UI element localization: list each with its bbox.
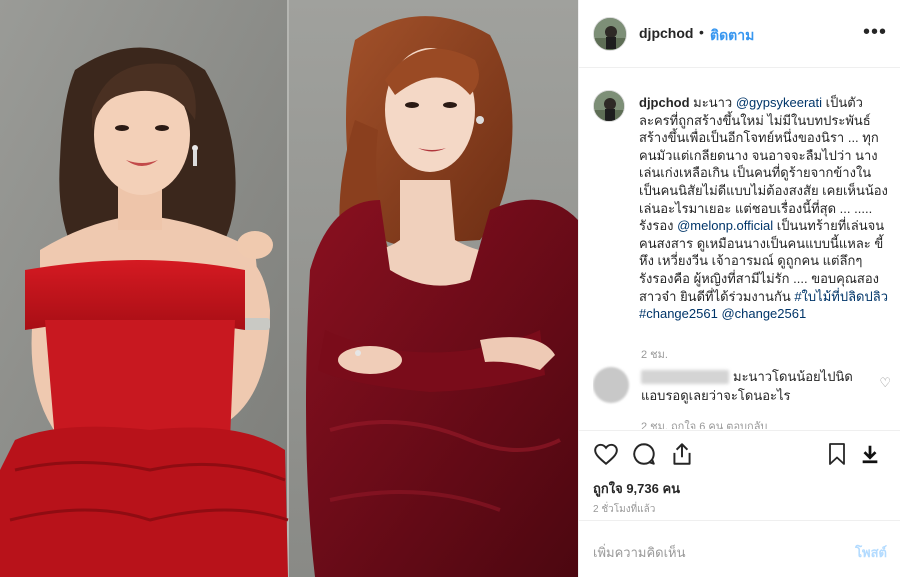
post-panel: djpchod • ติดตาม ••• djpchod มะนาว @gyps… — [578, 0, 900, 577]
share-icon[interactable] — [669, 441, 695, 472]
mention-link[interactable]: @change2561 — [721, 306, 806, 321]
post-photo — [0, 0, 578, 577]
caption-text-2: เป็นตัวละครที่ถูกสร้างขึ้นใหม่ ไม่มีในบท… — [639, 95, 888, 234]
caption-avatar[interactable] — [593, 90, 625, 122]
comment-text: มะนาวโดนน้อยไปนิด แอบรอดูเลยว่าจะโดนอะไร — [641, 369, 853, 403]
add-comment-bar: เพิ่มความคิดเห็น โพสต์ — [579, 520, 900, 577]
photo-illustration — [0, 0, 578, 577]
caption-avatar-image — [594, 91, 624, 121]
add-comment-input[interactable]: เพิ่มความคิดเห็น — [593, 542, 686, 563]
avatar-image — [594, 18, 626, 50]
post-comment-button[interactable]: โพสต์ — [855, 542, 887, 563]
header-separator: • — [699, 24, 704, 40]
comment-avatar[interactable] — [593, 367, 629, 403]
action-bar — [579, 430, 900, 478]
post-username[interactable]: djpchod — [639, 25, 693, 41]
heart-icon[interactable] — [593, 441, 619, 472]
follow-button[interactable]: ติดตาม — [710, 25, 754, 47]
likes-count[interactable]: ถูกใจ 9,736 คน — [593, 478, 680, 499]
post-time-ago: 2 ชั่วโมงที่แล้ว — [593, 504, 656, 515]
hashtag-link[interactable]: #change2561 — [639, 306, 718, 321]
comment-icon[interactable] — [631, 441, 657, 472]
caption-text-1: มะนาว — [693, 95, 733, 110]
hashtag-link[interactable]: #ใบไม้ที่ปลิดปลิว — [794, 289, 888, 304]
download-icon[interactable] — [859, 441, 881, 472]
comment-meta: 2 ชม. ถูกใจ 6 คน ตอบกลับ — [641, 421, 768, 429]
avatar[interactable] — [593, 17, 627, 51]
caption-time: 2 ชม. — [641, 349, 668, 361]
comment-like-heart-icon[interactable]: ♡ — [879, 375, 891, 391]
mention-link[interactable]: @melonp.official — [677, 218, 773, 233]
caption-username[interactable]: djpchod — [639, 95, 690, 110]
mention-link[interactable]: @gypsykeerati — [736, 95, 822, 110]
more-options-icon[interactable]: ••• — [863, 22, 887, 42]
post-caption: djpchod มะนาว @gypsykeerati เป็นตัวละครท… — [639, 94, 889, 323]
post-header: djpchod • ติดตาม ••• — [579, 0, 900, 68]
comment-item: มะนาวโดนน้อยไปนิด แอบรอดูเลยว่าจะโดนอะไร… — [593, 365, 893, 429]
bookmark-icon[interactable] — [825, 441, 849, 472]
